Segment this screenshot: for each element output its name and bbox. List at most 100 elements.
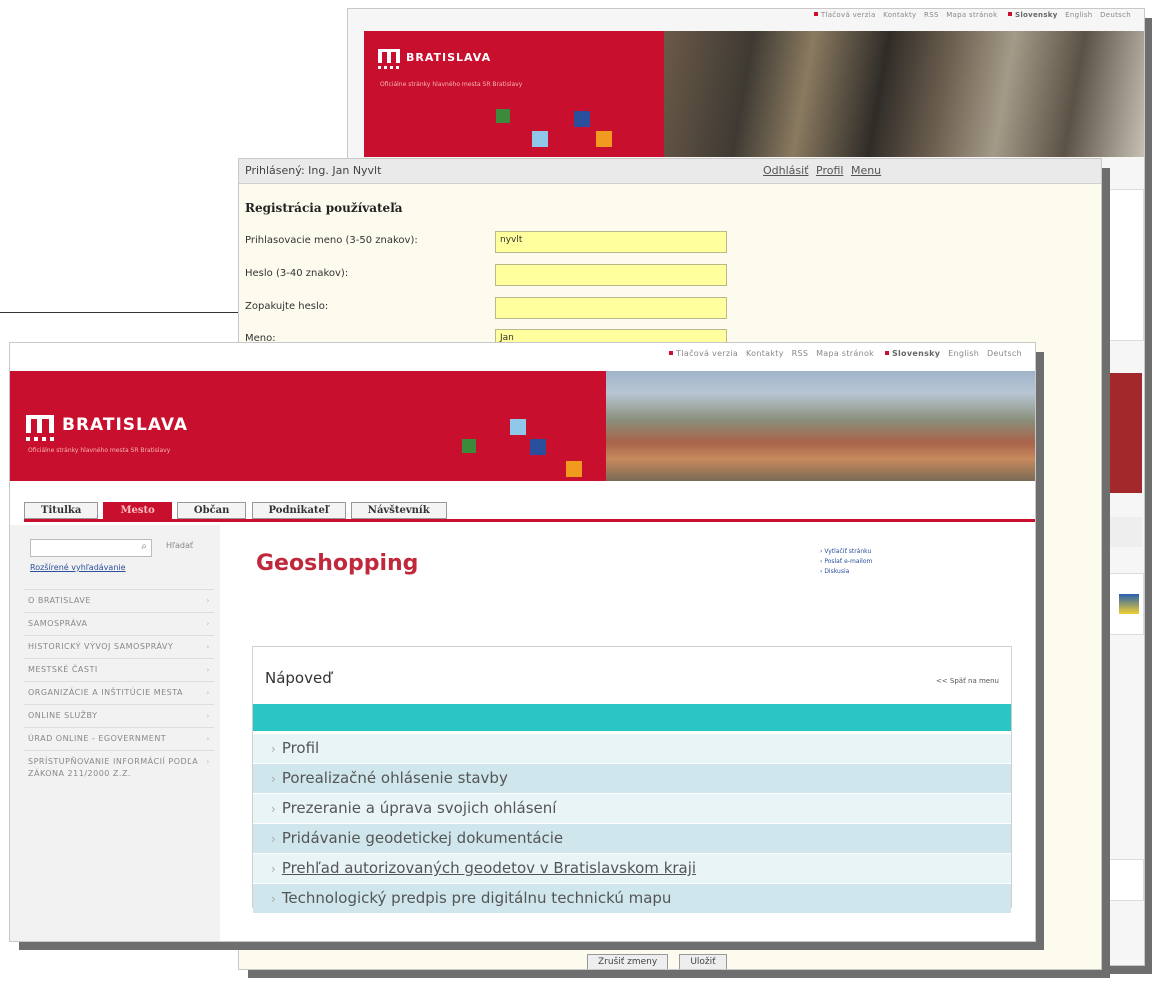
- password-repeat-input[interactable]: [495, 297, 727, 319]
- list-item[interactable]: › Pridávanie geodetickej dokumentácie: [253, 824, 1011, 853]
- discussion-link[interactable]: Diskusia: [824, 568, 849, 575]
- deco-square: [566, 461, 582, 477]
- sidebar-item-online-sluzby[interactable]: ONLINE SLUŽBY: [24, 704, 214, 727]
- page-tools: › Vytlačiť stránku › Poslať e-mailom › D…: [820, 548, 873, 575]
- help-panel: Nápoveď << Späť na menu › Profil › Poreali…: [252, 646, 1012, 913]
- form-buttons: Zrušiť zmeny Uložiť: [587, 949, 733, 969]
- brand-tagline: Oficiálne stránky hlavného mesta SR Brat…: [28, 447, 171, 454]
- password-repeat-label: Zopakujte heslo:: [245, 301, 329, 312]
- chevron-right-icon: ›: [271, 772, 276, 786]
- chevron-right-icon: ›: [271, 742, 276, 756]
- search-icon[interactable]: ⌕: [141, 541, 147, 552]
- save-button[interactable]: Uložiť: [679, 954, 727, 969]
- chevron-right-icon: ›: [271, 802, 276, 816]
- deco-square: [596, 131, 612, 147]
- sidebar-item-samosprava[interactable]: SAMOSPRÁVA: [24, 612, 214, 635]
- chevron-right-icon: ›: [271, 832, 276, 846]
- lang-en[interactable]: English: [948, 349, 979, 358]
- brand-name: BRATISLAVA: [62, 415, 189, 435]
- help-items: › Profil › Porealizačné ohlásenie stavby ›…: [253, 734, 1011, 914]
- bratislava-logo-icon: [378, 49, 400, 69]
- link-contacts[interactable]: Kontakty: [883, 11, 916, 19]
- help-panel-title: Nápoveď: [265, 669, 332, 687]
- deco-square: [574, 111, 590, 127]
- tab-obcan[interactable]: Občan: [176, 502, 247, 519]
- header-banner: BRATISLAVA Oficiálne stránky hlavného me…: [10, 371, 1035, 481]
- cancel-button[interactable]: Zrušiť zmeny: [587, 954, 669, 969]
- profile-link[interactable]: Profil: [816, 164, 843, 177]
- brand-tagline: Oficiálne stránky hlavného mesta SR Brat…: [380, 81, 523, 88]
- deco-square: [530, 439, 546, 455]
- side-banner-icon: [1119, 594, 1139, 614]
- main-tabs: Titulka Mesto Občan Podnikateľ Návštevní…: [24, 498, 447, 519]
- list-item[interactable]: › Technologický predpis pre digitálnu tec…: [253, 884, 1011, 913]
- bratislava-logo-icon: [26, 415, 54, 441]
- logged-in-user: Prihlásený: Ing. Jan Nyvlt: [245, 164, 382, 177]
- tab-podnikatel[interactable]: Podnikateľ: [251, 502, 346, 519]
- lang-de[interactable]: Deutsch: [987, 349, 1022, 358]
- list-item[interactable]: › Prehľad autorizovaných geodetov v Brati…: [253, 854, 1011, 883]
- top-links: Tlačová verzia Kontakty RSS Mapa stránok…: [666, 349, 1027, 358]
- tab-titulka[interactable]: Titulka: [24, 502, 99, 519]
- list-item[interactable]: › Prezeranie a úprava svojich ohlásení: [253, 794, 1011, 823]
- logout-link[interactable]: Odhlásiť: [763, 164, 809, 177]
- link-rss[interactable]: RSS: [792, 349, 809, 358]
- sidebar-item-o-bratislave[interactable]: O BRATISLAVE: [24, 589, 214, 612]
- side-box: [1108, 859, 1144, 901]
- list-item[interactable]: › Porealizačné ohlásenie stavby: [253, 764, 1011, 793]
- chevron-right-icon: ›: [271, 862, 276, 876]
- side-box: [1108, 517, 1142, 547]
- sidebar-item-urad-online[interactable]: ÚRAD ONLINE - EGOVERNMENT: [24, 727, 214, 750]
- link-sitemap[interactable]: Mapa stránok: [816, 349, 874, 358]
- sidebar: ⌕ Hľadať Rozšírené vyhľadávanie O BRATIS…: [10, 525, 220, 941]
- lang-sk[interactable]: Slovensky: [1015, 11, 1058, 19]
- login-bar: Prihlásený: Ing. Jan Nyvlt Odhlásiť Prof…: [239, 159, 1101, 184]
- tab-underline: [24, 519, 1035, 522]
- menu-link[interactable]: Menu: [851, 164, 881, 177]
- tab-navstevnik[interactable]: Návštevník: [350, 502, 447, 519]
- tab-mesto[interactable]: Mesto: [103, 502, 172, 519]
- top-links: Tlačová verzia Kontakty RSS Mapa stránok…: [811, 11, 1136, 19]
- geoshopping-window: Tlačová verzia Kontakty RSS Mapa stránok…: [9, 342, 1036, 942]
- side-image: [1108, 373, 1142, 493]
- back-to-menu-link[interactable]: << Späť na menu: [936, 677, 999, 685]
- sidebar-item-mestske-casti[interactable]: MESTSKÉ ČASTI: [24, 658, 214, 681]
- lang-de[interactable]: Deutsch: [1100, 11, 1131, 19]
- sidebar-item-organizacie[interactable]: ORGANIZÁCIE A INŠTITÚCIE MESTA: [24, 681, 214, 704]
- header-photo-panorama: [606, 371, 1035, 481]
- email-page-link[interactable]: Poslať e-mailom: [824, 558, 872, 565]
- deco-square: [496, 109, 510, 123]
- side-box: [1108, 189, 1144, 341]
- search-input[interactable]: ⌕: [30, 539, 152, 557]
- decorative-line: [0, 312, 238, 313]
- password-label: Heslo (3-40 znakov):: [245, 268, 349, 279]
- search-button[interactable]: Hľadať: [166, 541, 193, 550]
- lang-sk[interactable]: Slovensky: [892, 349, 940, 358]
- link-print[interactable]: Tlačová verzia: [821, 11, 876, 19]
- link-rss[interactable]: RSS: [924, 11, 939, 19]
- chevron-right-icon: ›: [271, 892, 276, 906]
- header-banner: BRATISLAVA Oficiálne stránky hlavného me…: [364, 31, 1144, 157]
- password-input[interactable]: [495, 264, 727, 286]
- brand-name: BRATISLAVA: [406, 51, 492, 64]
- side-box: [1108, 573, 1144, 635]
- sidebar-item-historicky-vyvoj[interactable]: HISTORICKÝ VÝVOJ SAMOSPRÁVY: [24, 635, 214, 658]
- list-item[interactable]: › Profil: [253, 734, 1011, 763]
- print-page-link[interactable]: Vytlačiť stránku: [824, 548, 871, 555]
- sidebar-item-spristupnovanie[interactable]: SPRÍSTUPŇOVANIE INFORMÁCIÍ PODĽA ZÁKONA …: [24, 750, 214, 785]
- teal-bar: [253, 704, 1011, 731]
- link-contacts[interactable]: Kontakty: [746, 349, 784, 358]
- registration-title: Registrácia používateľa: [245, 201, 403, 215]
- header-photo-statue: [664, 31, 1144, 157]
- deco-square: [532, 131, 548, 147]
- link-sitemap[interactable]: Mapa stránok: [946, 11, 997, 19]
- lang-en[interactable]: English: [1065, 11, 1092, 19]
- link-print[interactable]: Tlačová verzia: [676, 349, 738, 358]
- username-label: Prihlasovacie meno (3-50 znakov):: [245, 235, 418, 246]
- sidebar-menu: O BRATISLAVE SAMOSPRÁVA HISTORICKÝ VÝVOJ…: [24, 589, 214, 785]
- page-title: Geoshopping: [256, 551, 419, 576]
- advanced-search-link[interactable]: Rozšírené vyhľadávanie: [30, 563, 126, 572]
- username-input[interactable]: nyvlt: [495, 231, 727, 253]
- deco-square: [510, 419, 526, 435]
- deco-square: [462, 439, 476, 453]
